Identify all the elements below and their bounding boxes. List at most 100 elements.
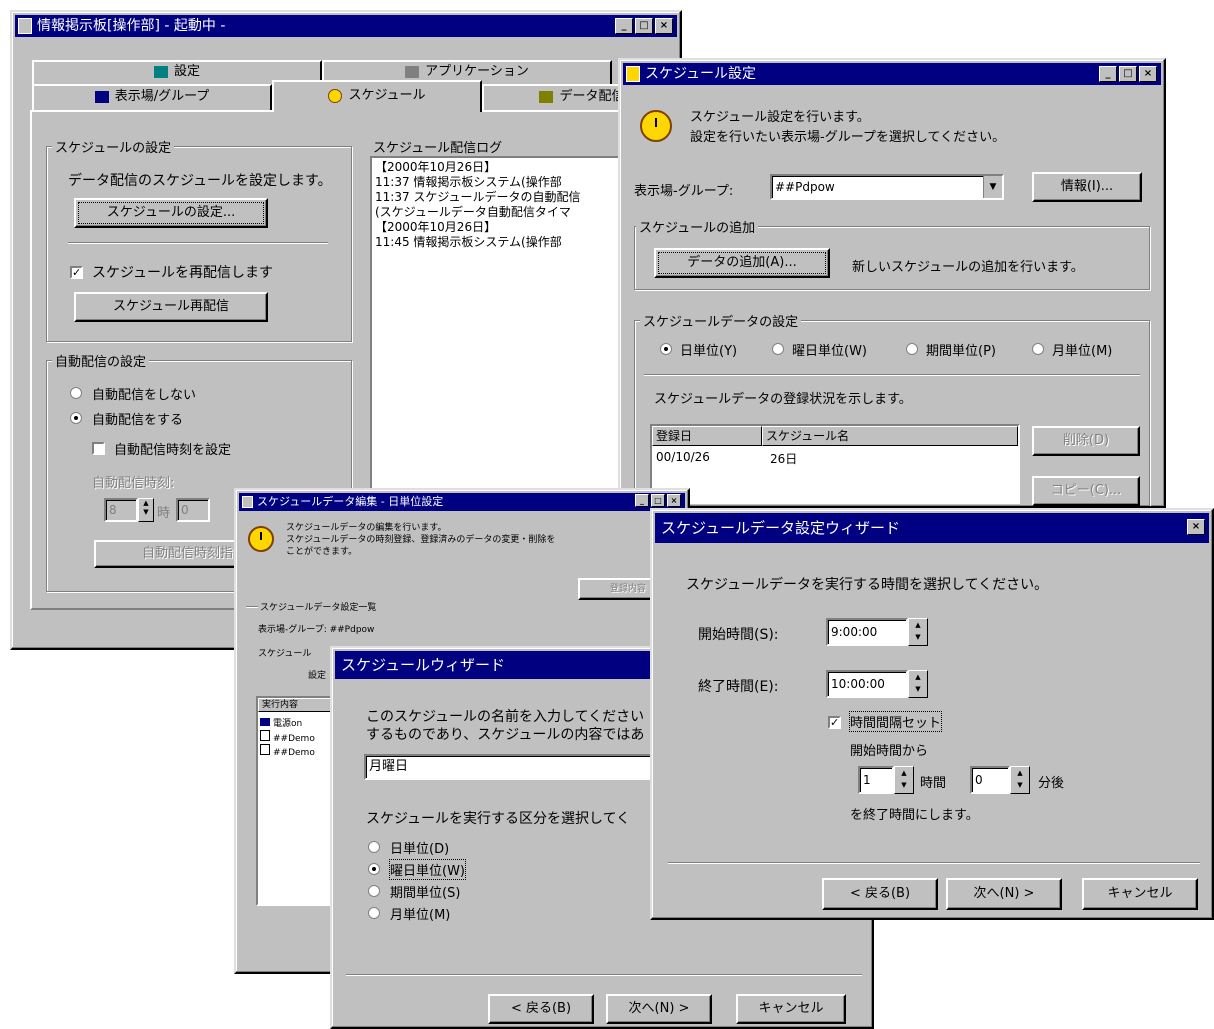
maximize-button[interactable]: □: [651, 494, 665, 507]
group-select-value: ##Pdpow: [775, 180, 835, 194]
cancel-button-label: キャンセル: [758, 1001, 824, 1016]
minimize-button[interactable]: _: [615, 18, 633, 34]
weekday-unit-radio[interactable]: [368, 863, 380, 875]
power-icon: [260, 718, 270, 726]
data-edit-title: スケジュールデータ編集 - 日単位設定: [257, 495, 444, 508]
maximize-button[interactable]: □: [635, 18, 653, 34]
auto-hour-unit: 時: [157, 506, 171, 521]
log-label: スケジュール配信ログ: [370, 137, 506, 156]
column-header-date[interactable]: 登録日: [652, 426, 762, 446]
month-unit-label: 月単位(M): [1052, 344, 1113, 359]
clock-icon: [640, 110, 672, 142]
action-item-label: ##Demo: [273, 748, 315, 758]
tab-settings-label: 設定: [173, 64, 200, 79]
auto-hour-field[interactable]: 8: [104, 498, 138, 522]
list-item[interactable]: ##Demo: [260, 744, 315, 758]
auto-minute-field[interactable]: 0: [176, 498, 210, 522]
interval-hours-spinner[interactable]: ▲ ▼: [894, 766, 914, 794]
start-time-field[interactable]: 9:00:00: [826, 618, 908, 646]
copy-button[interactable]: コピー(C)...: [1032, 476, 1140, 506]
data-list-label: スケジュールデータ設定一覧: [258, 600, 379, 613]
schedule-settings-group-label: スケジュールの設定: [52, 137, 175, 156]
start-time-spinner[interactable]: ▲ ▼: [908, 618, 928, 646]
month-unit-label: 月単位(M): [390, 908, 451, 923]
auto-off-radio[interactable]: [70, 387, 82, 399]
data-group-separator: [644, 374, 1140, 376]
data-wizard-title-bar[interactable]: スケジュールデータ設定ウィザード ×: [655, 513, 1209, 543]
cancel-button[interactable]: キャンセル: [736, 994, 846, 1024]
back-button[interactable]: < 戻る(B): [488, 994, 594, 1024]
data-edit-title-bar[interactable]: スケジュールデータ編集 - 日単位設定 _ □ ×: [239, 493, 685, 511]
redeliver-checkbox[interactable]: ✓: [70, 266, 83, 279]
end-time-suffix: を終了時間にします。: [850, 808, 979, 823]
redeliver-check-label: スケジュールを再配信します: [92, 265, 274, 281]
day-unit-label: 日単位(Y): [680, 344, 738, 359]
cancel-button[interactable]: キャンセル: [1082, 878, 1198, 910]
tab-display-group[interactable]: 表示場/グループ: [32, 84, 272, 110]
column-header-name[interactable]: スケジュール名: [762, 426, 1018, 446]
period-unit-radio[interactable]: [368, 885, 380, 897]
interval-minutes-spinner[interactable]: ▲ ▼: [1010, 766, 1030, 794]
auto-hour-spinner[interactable]: ▲ ▼: [138, 498, 154, 522]
back-button[interactable]: < 戻る(B): [822, 878, 938, 910]
day-unit-radio[interactable]: [660, 343, 672, 355]
application-icon: [405, 65, 420, 78]
schedule-intro-1: スケジュール設定を行います。: [690, 110, 870, 125]
auto-on-radio[interactable]: [70, 412, 82, 424]
month-unit-radio[interactable]: [1032, 343, 1044, 355]
close-button[interactable]: ×: [1139, 66, 1157, 82]
auto-time-button-label: 自動配信時刻指定: [141, 546, 246, 561]
interval-checkbox[interactable]: ✓: [828, 716, 841, 729]
month-unit-radio[interactable]: [368, 907, 380, 919]
next-button[interactable]: 次へ(N) >: [946, 878, 1062, 910]
list-item[interactable]: 電源on: [260, 716, 302, 729]
interval-minutes-unit: 分後: [1038, 776, 1065, 791]
edit-group-line: 表示場-グループ: ##Pdpow: [258, 625, 375, 635]
weekday-unit-label: 曜日単位(W): [792, 344, 867, 359]
end-time-field[interactable]: 10:00:00: [826, 670, 908, 698]
auto-time-label: 自動配信時刻:: [92, 476, 175, 491]
minimize-button[interactable]: _: [1099, 66, 1117, 82]
chevron-down-icon[interactable]: ▼: [983, 176, 1002, 198]
group-select[interactable]: ##Pdpow ▼: [770, 174, 1004, 200]
interval-check-label: 時間間隔セット: [848, 711, 943, 732]
registration-status-text: スケジュールデータの登録状況を示します。: [654, 392, 912, 407]
delete-button-label: 削除(D): [1062, 433, 1110, 448]
weekday-unit-radio[interactable]: [772, 343, 784, 355]
schedule-data-list[interactable]: 登録日 スケジュール名 00/10/26 26日: [650, 424, 1020, 504]
schedule-settings-button-label: スケジュールの設定...: [106, 205, 236, 220]
close-button[interactable]: ×: [655, 18, 673, 34]
interval-minutes-field[interactable]: 0: [970, 766, 1010, 794]
maximize-button[interactable]: □: [1119, 66, 1137, 82]
wizard-separator: [668, 862, 1200, 864]
app-icon: [18, 18, 32, 34]
next-button[interactable]: 次へ(N) >: [606, 994, 712, 1024]
info-button[interactable]: 情報(I)...: [1032, 172, 1142, 202]
end-time-spinner[interactable]: ▲ ▼: [908, 670, 928, 698]
add-schedule-group-label: スケジュールの追加: [636, 217, 759, 236]
back-button-label: < 戻る(B): [510, 1001, 572, 1016]
interval-hours-field[interactable]: 1: [858, 766, 894, 794]
list-item[interactable]: ##Demo: [260, 730, 315, 744]
list-item[interactable]: 00/10/26 26日: [652, 450, 1018, 468]
redeliver-button[interactable]: スケジュール再配信: [74, 292, 268, 322]
tab-data-delivery-label: データ配信: [559, 89, 625, 104]
schedule-settings-title-bar[interactable]: スケジュール設定 _ □ ×: [623, 63, 1161, 85]
add-data-button[interactable]: データの追加(A)...: [654, 248, 830, 278]
close-button[interactable]: ×: [1187, 519, 1205, 535]
delete-button[interactable]: 削除(D): [1032, 426, 1140, 456]
period-unit-radio[interactable]: [906, 343, 918, 355]
info-button-label: 情報(I)...: [1060, 179, 1114, 194]
close-button[interactable]: ×: [667, 494, 681, 507]
day-unit-radio[interactable]: [368, 841, 380, 853]
minimize-button[interactable]: _: [635, 494, 649, 507]
main-title-bar[interactable]: 情報掲示板[操作部] - 起動中 - _ □ ×: [15, 15, 677, 37]
schedule-wizard-title: スケジュールウィザード: [341, 656, 505, 674]
schedule-settings-button[interactable]: スケジュールの設定...: [74, 198, 268, 228]
tab-schedule[interactable]: スケジュール: [272, 80, 482, 112]
row-date: 00/10/26: [656, 450, 710, 464]
auto-time-checkbox[interactable]: [92, 442, 105, 455]
period-unit-label: 期間単位(P): [926, 344, 996, 359]
wizard-separator: [346, 974, 862, 976]
settings-icon: [153, 65, 168, 78]
